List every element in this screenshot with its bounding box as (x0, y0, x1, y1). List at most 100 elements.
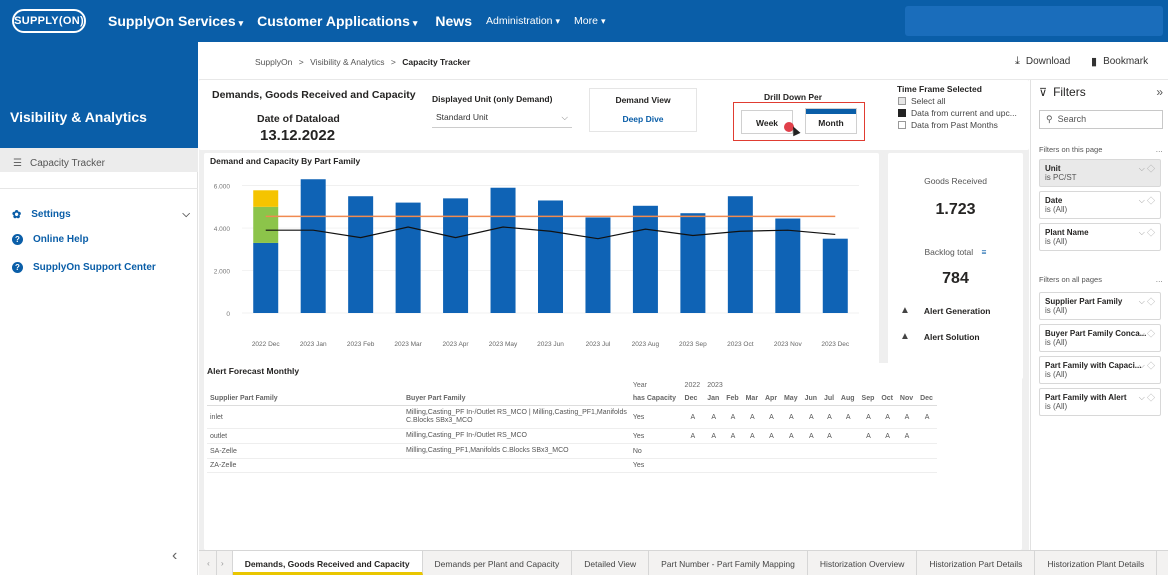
filter-value: is PC/ST (1045, 173, 1077, 182)
sidebar-item-capacity-tracker[interactable]: ☰ Capacity Tracker (0, 148, 198, 172)
tab-detailed-view[interactable]: Detailed View (572, 551, 650, 575)
alert-solution-button[interactable]: ▲ Alert Solution (900, 331, 980, 342)
tab-historization-overview[interactable]: Historization Overview (808, 551, 918, 575)
chevron-down-icon[interactable]: ⌵ (182, 209, 190, 220)
collapse-filters-icon[interactable]: » (1156, 85, 1163, 99)
bookmark-button[interactable]: ▮ Bookmark (1091, 55, 1148, 68)
year-header: 2023 (707, 382, 723, 389)
gear-icon: ✿ (12, 209, 22, 221)
tab-next-arrow[interactable]: › (217, 551, 233, 575)
column-header: Buyer Part Family (406, 395, 466, 402)
filter-card[interactable]: Plant Name is (All) ⌵ ◇ (1039, 223, 1161, 251)
nav-news[interactable]: News (435, 13, 472, 29)
filter-value: is (All) (1045, 402, 1068, 411)
collapse-panel-icon[interactable]: ‹ (172, 547, 177, 565)
tab-demands-goods-received-and-capacity[interactable]: Demands, Goods Received and Capacity (232, 551, 423, 575)
table-row[interactable]: SA-Zelle Milling,Casting_PF1,Manifolds C.… (207, 444, 937, 459)
tab-historization-plant-details[interactable]: Historization Plant Details (1035, 551, 1158, 575)
alert-mark-cell: A (885, 432, 890, 440)
unit-dropdown[interactable]: Standard Unit ⌵ (432, 112, 572, 128)
alert-mark-cell (781, 459, 802, 473)
alert-mark-cell: A (769, 413, 774, 421)
help-icon: ? (12, 234, 23, 245)
filter-expand-icon[interactable]: ⌵ ◇ (1139, 196, 1155, 206)
supplyon-logo[interactable]: SUPPLY(ON) (12, 9, 86, 33)
search-icon: ⚲ (1046, 114, 1053, 124)
alert-generation-button[interactable]: ▲ Alert Generation (900, 305, 991, 316)
sidebar-item-label: SupplyOn Support Center (33, 262, 156, 273)
alert-mark-cell: A (845, 413, 851, 421)
bar-demand (490, 187, 516, 313)
nav-customer-applications[interactable]: Customer Applications ▾ (257, 13, 417, 29)
checkbox-icon (898, 97, 906, 105)
filter-card[interactable]: Date is (All) ⌵ ◇ (1039, 191, 1161, 219)
filter-card[interactable]: Supplier Part Family is (All) ⌵ ◇ (1039, 292, 1161, 320)
filters-header: ⊽ Filters » (1039, 85, 1163, 99)
more-options-icon[interactable]: … (1156, 145, 1164, 154)
filter-search-input[interactable]: ⚲ Search (1039, 110, 1163, 129)
sidebar-item-support-center[interactable]: ? SupplyOn Support Center (12, 262, 156, 273)
filter-expand-icon[interactable]: ⌵ ◇ (1139, 164, 1155, 174)
table-row[interactable]: outlet Milling,Casting_PF In-/Outlet RS_M… (207, 429, 937, 444)
sidebar-item-online-help[interactable]: ? Online Help (12, 234, 89, 245)
table-row[interactable]: ZA-Zelle Yes (207, 459, 937, 473)
filters-this-page-text: Filters on this page (1039, 145, 1103, 154)
timeframe-option-label: Select all (911, 96, 946, 106)
alert-table[interactable]: Year 2022 2023 Supplier Part Family Buyer Pa… (207, 379, 937, 473)
drillthrough-icon[interactable]: ≡ (982, 247, 987, 257)
buyer-part-family-cell (403, 459, 630, 473)
tab-demands-per-plant-and-capacity[interactable]: Demands per Plant and Capacity (423, 551, 573, 575)
timeframe-option-current[interactable]: Data from current and upc... (898, 108, 1017, 118)
column-header-month: Sep (861, 395, 875, 402)
user-area[interactable] (905, 6, 1163, 36)
nav-more[interactable]: More ▾ (574, 15, 605, 27)
column-header-month: Nov (899, 395, 914, 402)
backlog-value: 784 (942, 270, 969, 287)
sidebar-item-settings[interactable]: ✿ Settings ⌵ (12, 208, 190, 221)
nav-supplyon-services[interactable]: SupplyOn Services ▾ (108, 13, 243, 29)
nav-customer-applications-label: Customer Applications (257, 13, 410, 29)
more-options-icon[interactable]: … (1156, 275, 1164, 284)
timeframe-option-select-all[interactable]: Select all (898, 96, 946, 106)
x-tick-label: 2023 May (489, 341, 518, 348)
nav-administration[interactable]: Administration ▾ (486, 15, 560, 27)
filter-expand-icon[interactable]: ⌵ ◇ (1139, 361, 1155, 371)
tab-part-number-part-family-mapping[interactable]: Part Number - Part Family Mapping (649, 551, 808, 575)
alert-table-card: Alert Forecast Monthly Year 2022 2023 Suppl… (204, 363, 1022, 550)
tab-historization-part-details[interactable]: Historization Part Details (917, 551, 1036, 575)
demand-capacity-chart[interactable]: 0 2.000 4.000 6.000 2022 Dec 2023 Jan 2023 Feb… (204, 153, 879, 379)
breadcrumb-root[interactable]: SupplyOn (255, 57, 292, 67)
bar-demand (348, 196, 374, 313)
kpi-card: Goods Received 1.723 Backlog total ≡ 784… (888, 153, 1023, 379)
month-button[interactable]: Month (805, 108, 857, 134)
supplier-part-family-cell: inlet (210, 413, 223, 421)
filter-name: Part Family with Alert (1045, 393, 1127, 402)
download-button[interactable]: ⤓ Download (1015, 55, 1070, 68)
filters-all-pages-label: Filters on all pages … (1039, 275, 1163, 284)
tab-prev-arrow[interactable]: ‹ (199, 551, 217, 575)
column-header-month: Mar (745, 395, 759, 402)
filter-expand-icon[interactable]: ⌵ ◇ (1139, 297, 1155, 307)
x-tick-label: 2023 Feb (347, 341, 375, 348)
table-row[interactable]: inlet Milling,Casting_PF In-/Outlet RS_MC… (207, 406, 937, 429)
filter-card[interactable]: Unit is PC/ST ⌵ ◇ (1039, 159, 1161, 187)
filter-value: is (All) (1045, 306, 1068, 315)
alert-mark-cell: A (730, 413, 736, 421)
divider (0, 188, 198, 189)
filter-card[interactable]: Part Family with Capaci... is (All) ⌵ ◇ (1039, 356, 1161, 384)
deep-dive-link[interactable]: Deep Dive (590, 114, 696, 124)
filter-expand-icon[interactable]: ⌵ ◇ (1139, 393, 1155, 403)
breadcrumb-mid[interactable]: Visibility & Analytics (310, 57, 384, 67)
alert-mark-cell (897, 444, 917, 459)
filter-card[interactable]: Buyer Part Family Conca... is (All) ⌵ ◇ (1039, 324, 1161, 352)
filter-card[interactable]: Part Family with Alert is (All) ⌵ ◇ (1039, 388, 1161, 416)
x-tick-label: 2023 Oct (727, 341, 754, 348)
x-tick-label: 2023 Dec (821, 341, 850, 348)
supplier-part-family-cell: ZA-Zelle (210, 462, 237, 470)
filter-expand-icon[interactable]: ⌵ ◇ (1139, 329, 1155, 339)
filter-icon: ⊽ (1039, 86, 1048, 99)
list-icon: ☰ (13, 157, 22, 169)
alert-forecast-table[interactable]: Year 2022 2023 Supplier Part Family Buyer Pa… (207, 379, 937, 473)
timeframe-option-past[interactable]: Data from Past Months (898, 120, 998, 130)
filter-expand-icon[interactable]: ⌵ ◇ (1139, 228, 1155, 238)
